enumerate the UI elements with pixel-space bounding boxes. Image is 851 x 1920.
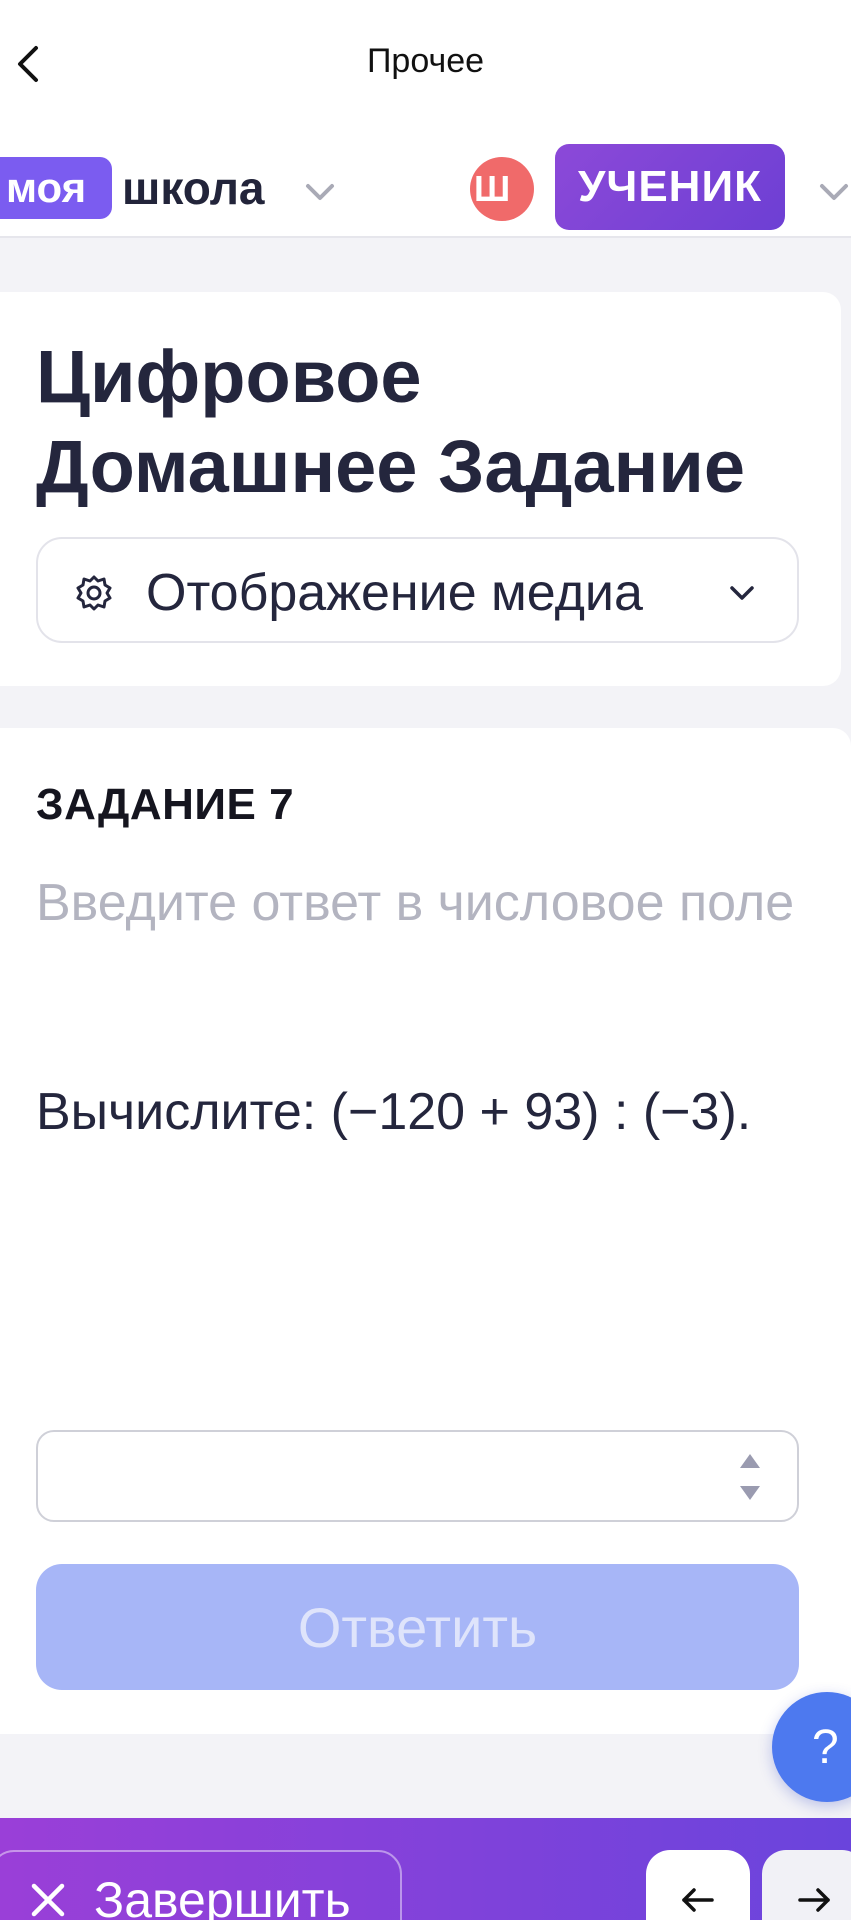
topbar-title: Прочее	[366, 42, 485, 80]
avatar[interactable]: Ш	[470, 157, 534, 221]
help-label: ?	[812, 1720, 839, 1774]
finish-button[interactable]: Завершить	[0, 1850, 402, 1920]
submit-answer-button[interactable]: Ответить	[36, 1564, 799, 1690]
bottom-action-bar: Завершить	[0, 1818, 851, 1920]
avatar-initial: Ш	[474, 168, 511, 209]
title-card: Цифровое Домашнее Задание Отображение ме…	[0, 292, 841, 686]
school-header: моя школа Ш УЧЕНИК	[0, 120, 851, 238]
task-card: ЗАДАНИЕ 7 Введите ответ в числовое поле …	[0, 728, 851, 1734]
close-icon	[31, 1883, 65, 1917]
number-stepper-icon[interactable]	[730, 1446, 770, 1508]
next-task-button[interactable]	[762, 1850, 851, 1920]
role-badge[interactable]: УЧЕНИК	[555, 144, 785, 230]
task-hint: Введите ответ в числовое поле	[36, 874, 795, 932]
media-display-select[interactable]: Отображение медиа	[36, 537, 799, 643]
finish-label: Завершить	[94, 1872, 351, 1920]
top-navigation-bar: Прочее	[0, 0, 851, 120]
logo-shkola: школа	[122, 162, 265, 214]
answer-field[interactable]	[36, 1430, 799, 1522]
chevron-down-icon	[730, 586, 754, 600]
page-title: Цифровое Домашнее Задание	[36, 332, 836, 512]
gear-icon	[76, 575, 112, 611]
task-number: ЗАДАНИЕ 7	[36, 780, 295, 829]
chevron-down-icon[interactable]	[814, 172, 851, 212]
answer-input[interactable]	[58, 1448, 698, 1506]
previous-task-button[interactable]	[646, 1850, 750, 1920]
chevron-down-icon[interactable]	[300, 172, 340, 212]
media-select-label: Отображение медиа	[146, 564, 643, 622]
task-question: Вычислите: (−120 + 93) : (−3).	[36, 1083, 752, 1141]
arrow-right-icon	[798, 1888, 830, 1912]
arrow-left-icon	[682, 1888, 714, 1912]
page-title-line-1: Цифровое	[36, 335, 422, 418]
page-title-line-2: Домашнее Задание	[36, 425, 745, 508]
logo-moya: моя	[0, 157, 112, 219]
